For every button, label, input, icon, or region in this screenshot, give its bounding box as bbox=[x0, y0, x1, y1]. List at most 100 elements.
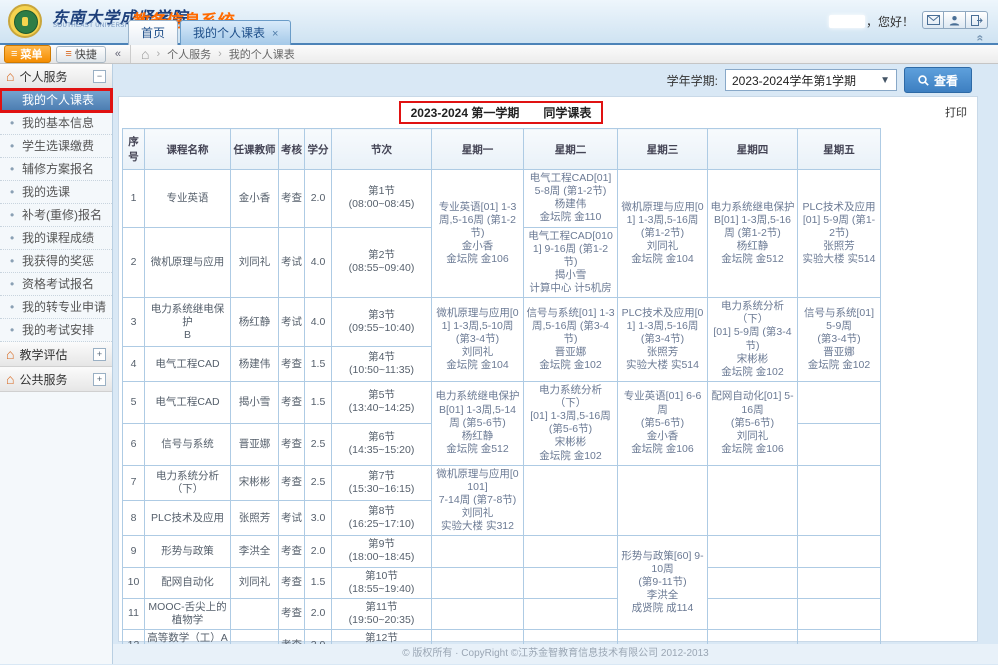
collapse-header-icon[interactable]: « bbox=[974, 35, 988, 42]
breadcrumb-separator: › bbox=[156, 48, 160, 60]
collapse-icon[interactable]: − bbox=[93, 70, 106, 83]
main-content: 学年学期: 2023-2024学年第1学期 ▼ 查看 打印 2023-2024 … bbox=[113, 64, 998, 664]
timetable-title: 2023-2024 第一学期 同学课表 bbox=[399, 101, 604, 124]
expand-icon[interactable]: + bbox=[93, 348, 106, 361]
timetable-cell bbox=[432, 598, 524, 629]
timetable-cell: 7 bbox=[123, 465, 145, 500]
timetable-cell bbox=[798, 423, 881, 465]
timetable-cell: 形势与政策[60] 9-10周 (第9-11节) 李洪全 成贤院 成114 bbox=[618, 536, 708, 630]
sidebar-item[interactable]: 我的选课 bbox=[0, 181, 112, 204]
timetable-cell: 信号与系统[01] 5-9周 (第3-4节) 晋亚娜 金坛院 金102 bbox=[798, 298, 881, 382]
timetable-cell: 1.5 bbox=[305, 567, 332, 598]
house-icon: ⌂ bbox=[6, 371, 14, 387]
sidebar-item[interactable]: 补考(重修)报名 bbox=[0, 204, 112, 227]
sidebar-item[interactable]: 辅修方案报名 bbox=[0, 158, 112, 181]
column-header: 考核 bbox=[279, 129, 305, 170]
timetable-cell: 第11节 (19:50~20:35) bbox=[332, 598, 432, 629]
sidebar-item[interactable]: 我的课程成绩 bbox=[0, 227, 112, 250]
timetable-cell: 2.0 bbox=[305, 170, 332, 228]
timetable-cell bbox=[708, 465, 798, 536]
timetable-cell: 电力系统分析（下） [01] 1-3周,5-16周 (第5-6节) 宋彬彬 金坛… bbox=[524, 381, 618, 465]
sidebar-group-header[interactable]: ⌂教学评估+ bbox=[0, 342, 112, 367]
timetable-cell: 微机原理与应用 bbox=[145, 227, 231, 298]
close-icon[interactable]: × bbox=[272, 28, 278, 40]
timetable-cell: 第9节 (18:00~18:45) bbox=[332, 536, 432, 567]
timetable-cell: 李洪全 bbox=[231, 536, 279, 567]
shortcut-button[interactable]: ≡ 快捷 bbox=[56, 46, 105, 63]
timetable-cell: 1 bbox=[123, 170, 145, 228]
username-redacted bbox=[829, 15, 865, 28]
timetable-cell: 信号与系统[01] 1-3周,5-16周 (第3-4节) 晋亚娜 金坛院 金10… bbox=[524, 298, 618, 382]
logout-icon[interactable] bbox=[966, 11, 988, 29]
table-row: 9形势与政策李洪全考查2.0第9节 (18:00~18:45)形势与政策[60]… bbox=[123, 536, 881, 567]
timetable-cell: 配网自动化[01] 5-16周 (第5-6节) 刘同礼 金坛院 金106 bbox=[708, 381, 798, 465]
breadcrumb-item[interactable]: 个人服务 bbox=[167, 46, 211, 62]
home-icon[interactable]: ⌂ bbox=[141, 46, 149, 62]
house-icon: ⌂ bbox=[6, 68, 14, 84]
timetable-cell bbox=[618, 465, 708, 536]
sidebar-item[interactable]: 资格考试报名 bbox=[0, 273, 112, 296]
timetable-cell bbox=[432, 536, 524, 567]
tab[interactable]: 首页 bbox=[128, 20, 178, 45]
timetable-cell: 电气工程CAD[01] 5-8周 (第1-2节) 杨建伟 金坛院 金110 bbox=[524, 170, 618, 228]
timetable-cell: 张照芳 bbox=[231, 500, 279, 535]
timetable-cell bbox=[432, 567, 524, 598]
timetable-cell: 10 bbox=[123, 567, 145, 598]
timetable-cell: 配网自动化 bbox=[145, 567, 231, 598]
timetable-cell: 第3节 (09:55~10:40) bbox=[332, 298, 432, 347]
sidebar-item[interactable]: 我的个人课表 bbox=[0, 89, 112, 112]
timetable-cell: 考试 bbox=[279, 500, 305, 535]
sidebar-item[interactable]: 我的转专业申请 bbox=[0, 296, 112, 319]
timetable-cell: PLC技术及应用[01] 1-3周,5-16周 (第3-4节) 张照芳 实验大楼… bbox=[618, 298, 708, 382]
timetable-cell: 2.0 bbox=[305, 598, 332, 629]
mail-icon[interactable] bbox=[922, 11, 944, 29]
timetable-cell: PLC技术及应用[01] 5-9周 (第1-2节) 张照芳 实验大楼 实514 bbox=[798, 170, 881, 298]
tab[interactable]: 我的个人课表 × bbox=[180, 20, 291, 45]
column-header: 星期三 bbox=[618, 129, 708, 170]
timetable-cell bbox=[524, 465, 618, 536]
column-header: 任课教师 bbox=[231, 129, 279, 170]
column-header: 节次 bbox=[332, 129, 432, 170]
timetable-cell: 微机原理与应用[01] 1-3周,5-16周 (第1-2节) 刘同礼 金坛院 金… bbox=[618, 170, 708, 298]
timetable-cell: 专业英语 bbox=[145, 170, 231, 228]
timetable-cell: 2.0 bbox=[305, 536, 332, 567]
sidebar-group-header[interactable]: ⌂ 公共服务 + bbox=[0, 367, 112, 392]
sidebar-item[interactable]: 学生选课缴费 bbox=[0, 135, 112, 158]
timetable-cell: 9 bbox=[123, 536, 145, 567]
sidebar-item[interactable]: 我的考试安排 bbox=[0, 319, 112, 342]
view-button[interactable]: 查看 bbox=[904, 67, 972, 93]
timetable-cell: 揭小雪 bbox=[231, 381, 279, 423]
tab-label: 我的个人课表 bbox=[193, 26, 265, 40]
timetable-cell: 金小香 bbox=[231, 170, 279, 228]
timetable-cell: 4.0 bbox=[305, 227, 332, 298]
timetable-cell: 6 bbox=[123, 423, 145, 465]
print-link[interactable]: 打印 bbox=[945, 104, 967, 120]
timetable-cell bbox=[798, 381, 881, 423]
menu-button[interactable]: ≡ 菜单 bbox=[4, 45, 51, 63]
expand-icon[interactable]: + bbox=[93, 373, 106, 386]
breadcrumb: ⌂ › 个人服务 › 我的个人课表 bbox=[130, 45, 998, 63]
collapse-sidebar-icon[interactable]: « bbox=[115, 48, 121, 60]
timetable-cell: 微机原理与应用[01] 1-3周,5-10周 (第3-4节) 刘同礼 金坛院 金… bbox=[432, 298, 524, 382]
sidebar-item[interactable]: 我获得的奖惩 bbox=[0, 250, 112, 273]
table-row: 1专业英语金小香考查2.0第1节 (08:00~08:45)专业英语[01] 1… bbox=[123, 170, 881, 228]
breadcrumb-item[interactable]: 我的个人课表 bbox=[229, 46, 295, 62]
timetable-cell: 考查 bbox=[279, 567, 305, 598]
table-row: 10配网自动化刘同礼考查1.5第10节 (18:55~19:40) bbox=[123, 567, 881, 598]
timetable-cell: 第5节 (13:40~14:25) bbox=[332, 381, 432, 423]
timetable-cell: 专业英语[01] 6-6周 (第5-6节) 金小香 金坛院 金106 bbox=[618, 381, 708, 465]
sidebar-group-label: 公共服务 bbox=[19, 371, 67, 388]
timetable-cell: 第8节 (16:25~17:10) bbox=[332, 500, 432, 535]
timetable-cell: 刘同礼 bbox=[231, 567, 279, 598]
timetable-cell: 5 bbox=[123, 381, 145, 423]
timetable-cell bbox=[798, 567, 881, 598]
semester-select[interactable]: 2023-2024学年第1学期 ▼ bbox=[725, 69, 897, 91]
sidebar-group-header[interactable]: ⌂个人服务− bbox=[0, 64, 112, 89]
sidebar-item[interactable]: 我的基本信息 bbox=[0, 112, 112, 135]
timetable-cell bbox=[524, 536, 618, 567]
timetable-cell: 专业英语[01] 1-3周,5-16周 (第1-2节) 金小香 金坛院 金106 bbox=[432, 170, 524, 298]
breadcrumb-separator: › bbox=[218, 48, 222, 60]
timetable-cell: 考查 bbox=[279, 423, 305, 465]
user-icon[interactable] bbox=[944, 11, 966, 29]
table-row: 3电力系统继电保护 B杨红静考试4.0第3节 (09:55~10:40)微机原理… bbox=[123, 298, 881, 347]
